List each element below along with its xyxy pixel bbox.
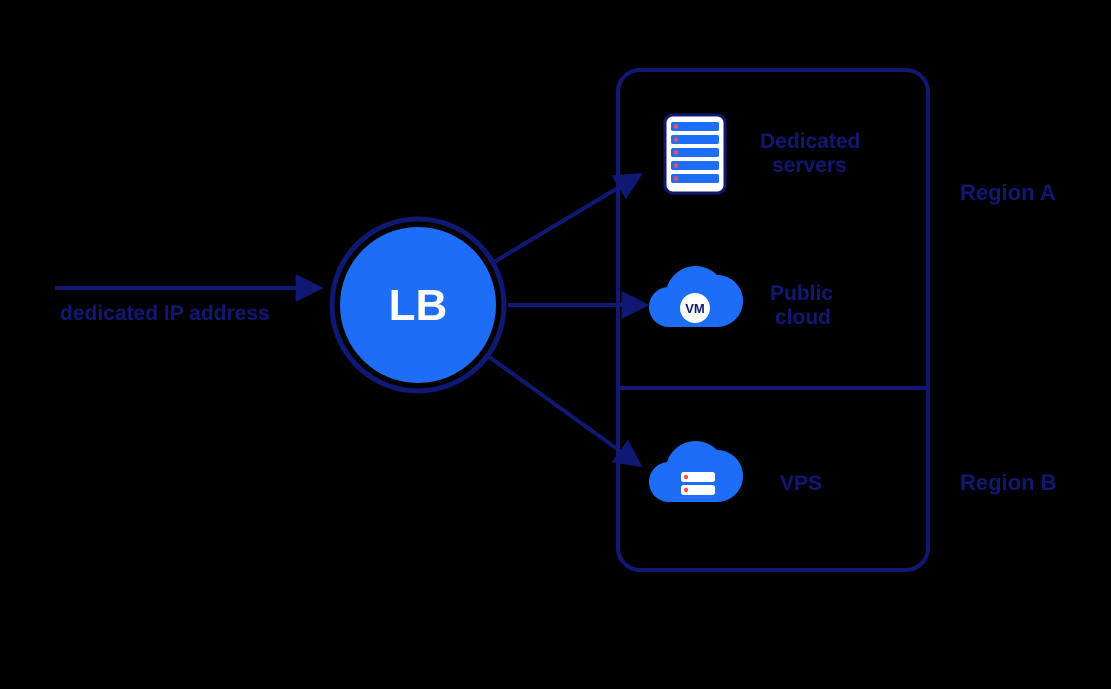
region-a-label: Region A xyxy=(960,180,1056,205)
vps-label: VPS xyxy=(780,472,822,495)
vps-icon xyxy=(649,441,743,502)
arrow-to-vps xyxy=(488,356,638,464)
dedicated-servers-label: Dedicated servers xyxy=(760,130,866,177)
label-incoming: dedicated IP address xyxy=(60,302,270,325)
lb-node: LB xyxy=(332,219,504,391)
lb-diagram: dedicated IP address LB Region A Region … xyxy=(0,0,1111,689)
region-b-label: Region B xyxy=(960,470,1057,495)
public-cloud-icon: VM xyxy=(649,266,743,327)
public-cloud-label: Public cloud xyxy=(770,282,839,329)
dedicated-servers-icon xyxy=(665,115,725,193)
vm-badge-text: VM xyxy=(685,301,705,316)
lb-label: LB xyxy=(389,281,448,330)
